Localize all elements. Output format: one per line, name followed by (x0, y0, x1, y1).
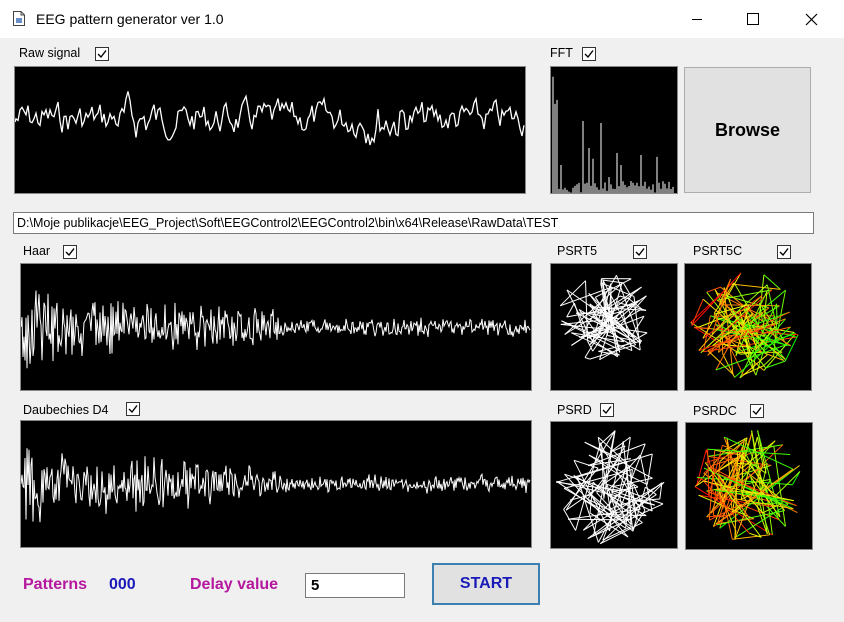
psrdc-plot (685, 422, 813, 550)
raw-signal-plot (14, 66, 526, 194)
psrd-trace (567, 518, 631, 521)
fft-plot (550, 66, 678, 194)
window-title: EEG pattern generator ver 1.0 (36, 11, 224, 27)
psrt5-trace (566, 302, 575, 318)
daubechies-checkbox[interactable] (126, 402, 140, 416)
browse-button[interactable]: Browse (684, 67, 811, 193)
psrt5-plot (550, 263, 678, 391)
path-field[interactable]: D:\Moje publikacje\EEG_Project\Soft\EEGC… (13, 212, 814, 234)
psrt5c-checkbox[interactable] (777, 245, 791, 259)
psrd-label: PSRD (557, 403, 592, 417)
raw-signal-checkbox[interactable] (95, 47, 109, 61)
fft-checkbox[interactable] (582, 47, 596, 61)
delay-label: Delay value (190, 576, 279, 593)
minimize-icon (692, 19, 702, 20)
psrd-trace (563, 509, 577, 531)
haar-label: Haar (23, 244, 51, 258)
haar-checkbox[interactable] (63, 245, 77, 259)
checkmark-icon (584, 50, 594, 59)
start-button[interactable]: START (432, 563, 540, 605)
psrt5c-label: PSRT5C (693, 244, 743, 258)
checkmark-icon (97, 50, 107, 59)
psrt5-label: PSRT5 (557, 244, 598, 258)
psrdc-label: PSRDC (693, 404, 737, 418)
checkmark-icon (635, 248, 645, 257)
raw-signal-label: Raw signal (19, 46, 81, 60)
minimize-button[interactable] (669, 0, 725, 38)
daubechies-label: Daubechies D4 (23, 403, 109, 417)
close-icon (805, 13, 817, 25)
patterns-label: Patterns (23, 576, 88, 593)
daubechies-trace (21, 448, 531, 523)
patterns-count: 000 (109, 576, 136, 593)
checkmark-icon (752, 407, 762, 416)
delay-input[interactable]: 5 (305, 573, 405, 598)
psrt5c-trace (763, 274, 781, 290)
close-button[interactable] (783, 0, 839, 38)
checkmark-icon (779, 248, 789, 257)
maximize-icon (747, 13, 759, 25)
fft-label: FFT (550, 46, 573, 60)
fft-bars (552, 76, 674, 193)
psrd-trace (565, 430, 616, 511)
raw-signal-trace (15, 91, 525, 146)
psrd-checkbox[interactable] (600, 403, 614, 417)
psrt5c-trace (719, 304, 780, 307)
app-icon (13, 11, 25, 26)
psrt5c-trace (706, 286, 721, 293)
psrd-trace (646, 453, 653, 485)
checkmark-icon (128, 405, 138, 414)
psrt5-trace (600, 278, 602, 285)
haar-trace (21, 290, 531, 369)
psrd-trace (626, 437, 631, 460)
haar-plot (20, 263, 532, 391)
checkmark-icon (602, 406, 612, 415)
psrdc-checkbox[interactable] (750, 404, 764, 418)
psrd-plot (550, 421, 678, 549)
psrt5c-trace (731, 283, 781, 290)
maximize-button[interactable] (725, 0, 781, 38)
psrt5-trace (584, 357, 590, 360)
title-bar: EEG pattern generator ver 1.0 (0, 0, 844, 38)
psrt5-checkbox[interactable] (633, 245, 647, 259)
checkmark-icon (65, 248, 75, 257)
psrt5c-plot (684, 263, 812, 391)
daubechies-plot (20, 420, 532, 548)
